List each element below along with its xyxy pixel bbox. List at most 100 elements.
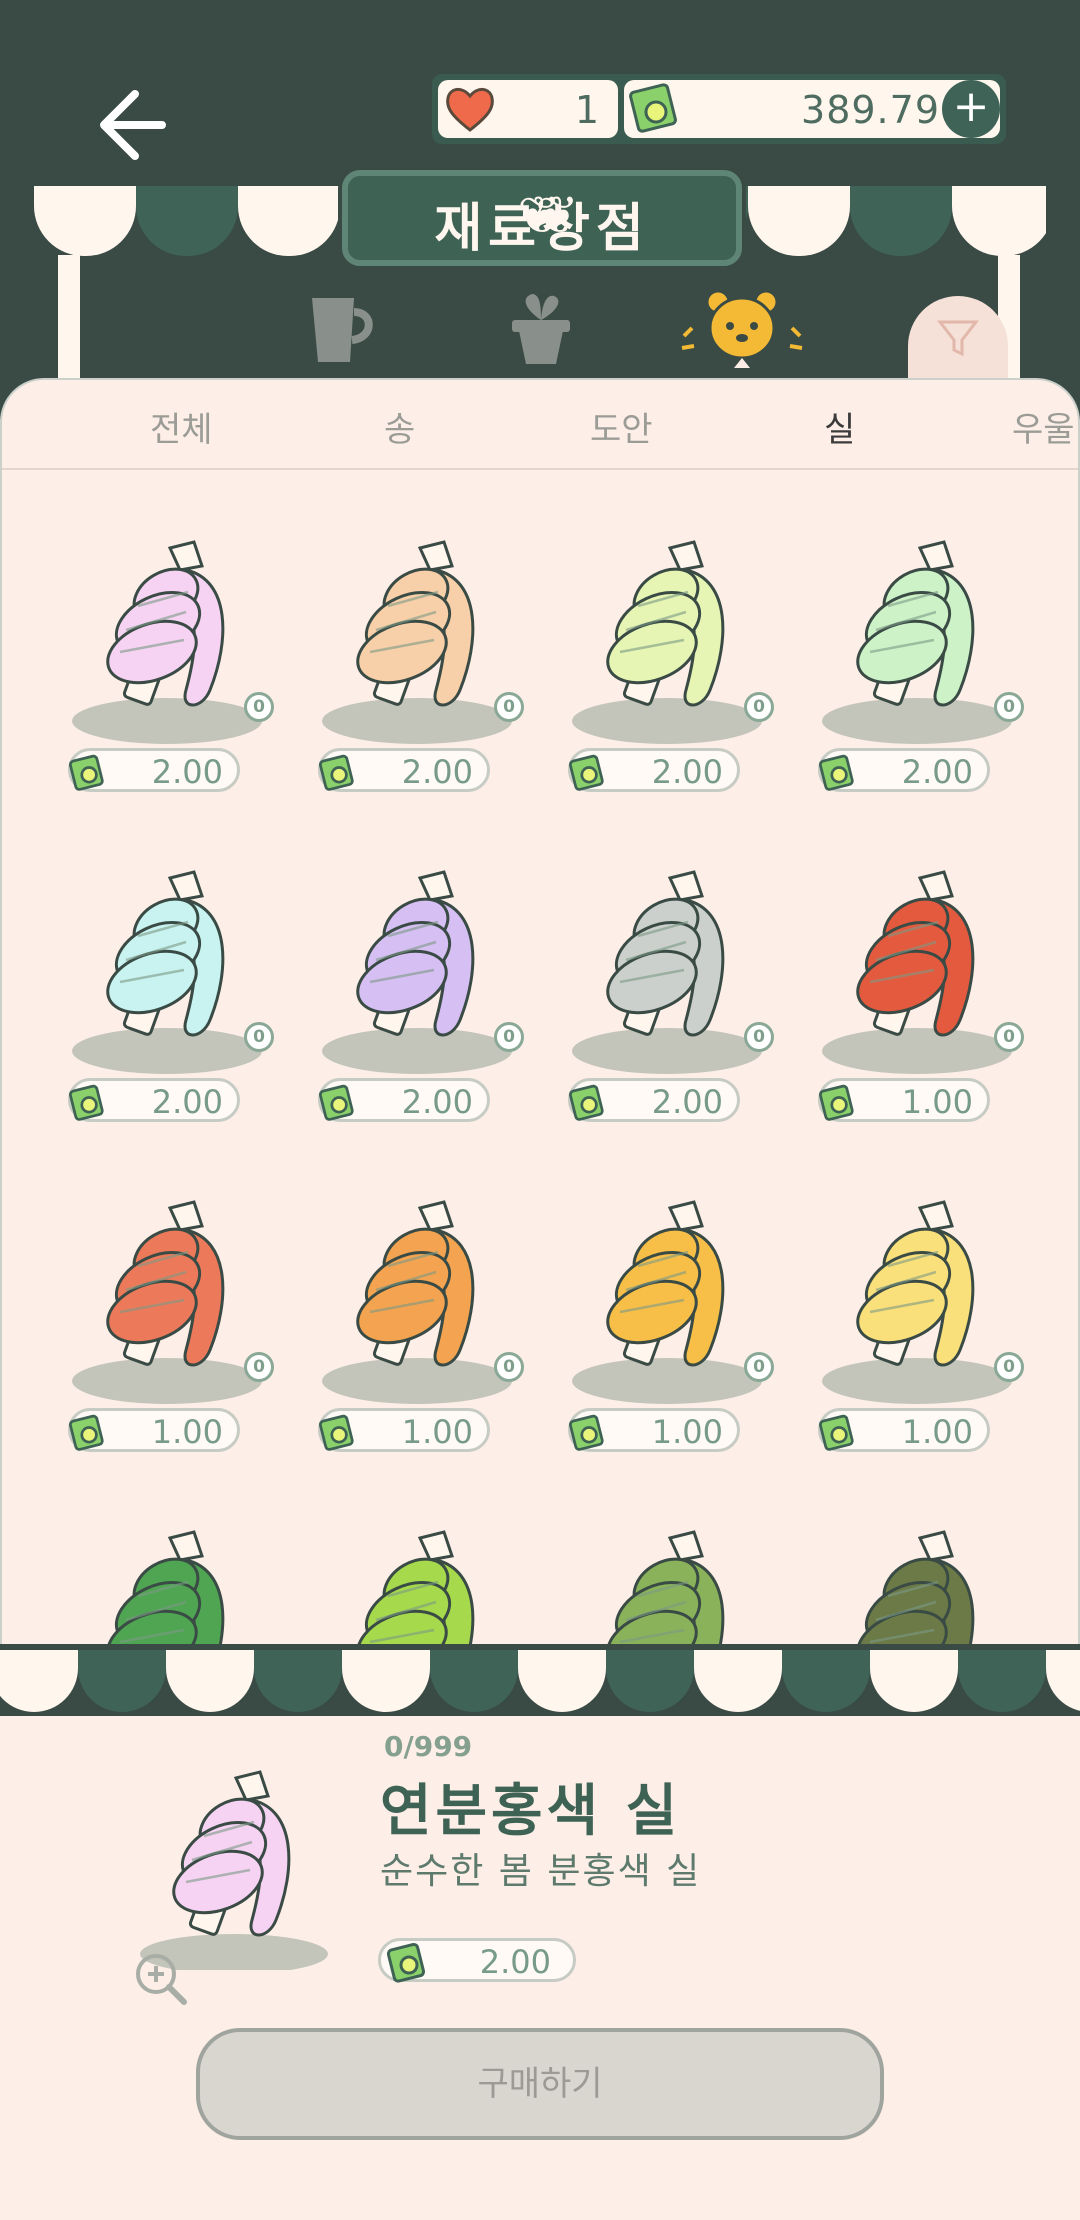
yarn-item[interactable] <box>62 1530 272 1656</box>
item-price: 2.00 <box>318 1078 490 1122</box>
yarn-icon <box>856 1530 975 1656</box>
owned-count: 0 <box>494 692 524 722</box>
item-price: 2.00 <box>68 1078 240 1122</box>
awning-scallop <box>166 1650 254 1712</box>
yarn-icon <box>856 1200 975 1367</box>
owned-count: 0 <box>244 1352 274 1382</box>
yarn-item[interactable] <box>312 1530 522 1656</box>
money-counter: 389.79 + <box>624 80 1000 138</box>
subtab-bar: 전체 송 도안 실 우울 <box>2 402 1078 462</box>
item-description: 순수한 봄 분홍색 실 <box>380 1851 702 1892</box>
item-price: 1.00 <box>818 1078 990 1122</box>
yarn-item[interactable]: 0 2.00 <box>312 870 524 1130</box>
yarn-icon <box>606 540 725 707</box>
flowerpot-icon[interactable] <box>496 290 586 370</box>
owned-count: 0 <box>244 1022 274 1052</box>
leaf-icon: ❦ <box>517 186 567 246</box>
item-price: 1.00 <box>568 1408 740 1452</box>
money-icon <box>568 1414 604 1451</box>
item-price: 2.00 <box>318 748 490 792</box>
yarn-icon <box>856 540 975 707</box>
yarn-icon <box>606 870 725 1037</box>
money-icon <box>818 1414 854 1451</box>
money-icon <box>568 1084 604 1121</box>
awning-scallop <box>1046 1650 1080 1712</box>
awning-scallop <box>606 1650 694 1712</box>
owned-count: 0 <box>244 692 274 722</box>
item-price: 2.00 <box>818 748 990 792</box>
tab-song[interactable]: 송 <box>384 402 415 451</box>
tab-pattern[interactable]: 도안 <box>590 402 653 451</box>
add-money-button[interactable]: + <box>942 80 1000 138</box>
buy-button[interactable]: 구매하기 <box>196 2028 884 2140</box>
yarn-item[interactable]: 0 1.00 <box>62 1200 274 1460</box>
tab-gloom[interactable]: 우울 <box>1012 402 1075 451</box>
item-price-value: 1.00 <box>901 1083 973 1121</box>
bear-icon[interactable] <box>672 284 812 370</box>
awning-scallop <box>254 1650 342 1712</box>
hearts-value: 1 <box>574 88 600 132</box>
zoom-icon[interactable] <box>132 1950 188 2006</box>
yarn-icon <box>356 540 475 707</box>
yarn-item[interactable]: 0 1.00 <box>812 1200 1024 1460</box>
detail-price-value: 2.00 <box>479 1943 551 1981</box>
item-price-value: 2.00 <box>151 753 223 791</box>
yarn-icon <box>356 1530 475 1656</box>
owned-count: 0 <box>994 1022 1024 1052</box>
detail-yarn-icon <box>140 1770 328 1970</box>
yarn-icon <box>356 870 475 1037</box>
yarn-item[interactable] <box>562 1530 772 1656</box>
yarn-item[interactable]: 0 2.00 <box>62 870 274 1130</box>
item-price-value: 2.00 <box>151 1083 223 1121</box>
yarn-icon <box>106 870 225 1037</box>
yarn-item[interactable]: 0 2.00 <box>312 540 524 800</box>
item-name: 연분홍색 실 <box>380 1779 682 1844</box>
yarn-item[interactable]: 0 2.00 <box>562 540 774 800</box>
yarn-item[interactable]: 0 1.00 <box>562 1200 774 1460</box>
item-price: 2.00 <box>68 748 240 792</box>
money-value: 389.79 <box>801 88 940 132</box>
shop-title-sign: ❦ 재료상점 ❦ <box>342 170 742 266</box>
yarn-item[interactable]: 0 1.00 <box>812 870 1024 1130</box>
awning-scallop <box>870 1650 958 1712</box>
yarn-item[interactable]: 0 2.00 <box>562 870 774 1130</box>
item-price: 2.00 <box>568 748 740 792</box>
yarn-icon <box>106 1530 225 1656</box>
item-sheet: 전체 송 도안 실 우울 0 2.00 0 2.00 0 2.00 0 2.00 0 2.00 0 2… <box>0 378 1080 1658</box>
awning-scallop <box>782 1650 870 1712</box>
item-price-value: 2.00 <box>401 753 473 791</box>
detail-price: 2.00 <box>378 1938 576 1983</box>
money-icon <box>318 1084 354 1121</box>
owned-count: 0 <box>494 1352 524 1382</box>
awning-scallop <box>694 1650 782 1712</box>
tab-all[interactable]: 전체 <box>150 402 213 451</box>
awning-scallop <box>78 1650 166 1712</box>
owned-count: 0 <box>494 1022 524 1052</box>
tab-yarn[interactable]: 실 <box>824 402 855 451</box>
item-price: 1.00 <box>68 1408 240 1452</box>
item-price-value: 1.00 <box>151 1413 223 1451</box>
item-price-value: 2.00 <box>651 753 723 791</box>
item-price-value: 1.00 <box>901 1413 973 1451</box>
tab-divider <box>2 468 1078 470</box>
yarn-item[interactable]: 0 2.00 <box>62 540 274 800</box>
bottom-awning <box>0 1644 1080 1716</box>
yarn-item[interactable]: 0 2.00 <box>812 540 1024 800</box>
yarn-item[interactable]: 0 1.00 <box>312 1200 524 1460</box>
item-price-value: 2.00 <box>901 753 973 791</box>
money-icon <box>68 1084 104 1121</box>
yarn-icon <box>606 1200 725 1367</box>
money-icon <box>68 1414 104 1451</box>
money-icon <box>386 1942 426 1983</box>
cup-icon[interactable] <box>296 290 386 370</box>
awning-scallop <box>958 1650 1046 1712</box>
yarn-icon <box>856 870 975 1037</box>
owned-count: 0 <box>744 1352 774 1382</box>
yarn-icon <box>106 1200 225 1367</box>
money-icon <box>629 83 677 133</box>
awning-scallop <box>518 1650 606 1712</box>
awning-scallop <box>430 1650 518 1712</box>
item-price: 2.00 <box>568 1078 740 1122</box>
yarn-item[interactable] <box>812 1530 1022 1656</box>
back-arrow-icon[interactable] <box>80 80 170 170</box>
